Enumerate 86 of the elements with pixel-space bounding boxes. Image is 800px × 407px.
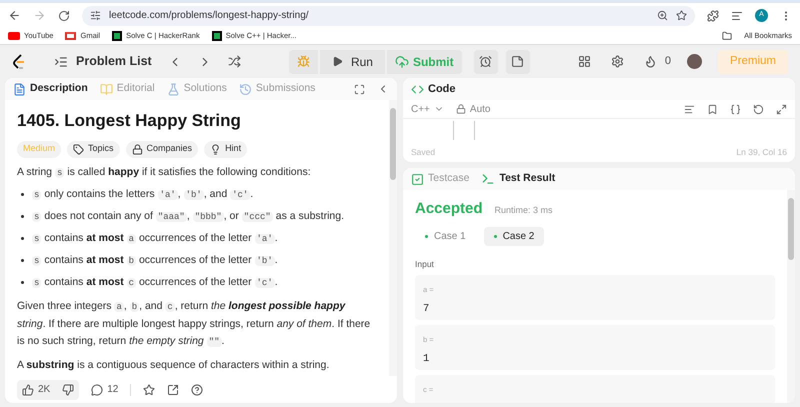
streak-count: 0 xyxy=(664,54,671,70)
mail-icon xyxy=(65,32,76,40)
logo-icon[interactable] xyxy=(12,54,26,70)
variable-value: 1 xyxy=(423,352,430,366)
lightbulb-icon xyxy=(210,144,222,154)
book-icon xyxy=(100,82,113,96)
tag-icon xyxy=(73,144,84,154)
shuffle-icon xyxy=(228,55,241,68)
scrollbar[interactable] xyxy=(389,100,397,376)
cursor-position: Ln 39, Col 16 xyxy=(736,146,787,158)
cloud-upload-icon xyxy=(394,54,409,68)
description-paragraph: Given three integers a , b , and c , return the longest possible happy string. If there are multiple longest happy strings, return any of them. If there is no such string, return the empty string "" . xyxy=(17,298,372,348)
dislike-button[interactable] xyxy=(62,384,74,396)
panel-tab[interactable]: Test Result xyxy=(481,171,556,187)
lock-icon xyxy=(132,144,143,154)
zoom-icon xyxy=(657,10,668,21)
bug-icon xyxy=(296,55,310,68)
notes-button[interactable] xyxy=(506,50,530,74)
checkbox-icon xyxy=(411,172,424,186)
list-icon xyxy=(54,54,68,68)
play-icon xyxy=(332,56,343,67)
lock-icon xyxy=(456,104,466,114)
case-tab[interactable]: Case 2 xyxy=(484,226,544,246)
tag-chip[interactable]: Companies xyxy=(126,140,198,158)
problem-list-button[interactable]: Problem List xyxy=(76,52,152,71)
forward-icon xyxy=(33,9,46,22)
bookmark-icon xyxy=(707,104,718,114)
back-icon xyxy=(8,9,21,22)
case-tab[interactable]: Case 1 xyxy=(415,226,476,246)
tag-chip[interactable]: Topics xyxy=(67,140,120,158)
site-settings-icon xyxy=(90,10,101,21)
fullscreen-icon xyxy=(354,84,365,94)
comment-icon xyxy=(91,384,104,396)
panel-title: Code xyxy=(428,82,456,97)
format-icon xyxy=(684,104,695,114)
runtime-text: Runtime: 3 ms xyxy=(494,204,553,217)
terminal-icon xyxy=(481,172,496,186)
comments-button[interactable]: 12 xyxy=(91,382,118,397)
history-icon xyxy=(238,82,252,96)
condition-text: s contains at most b occurrences of the letter 'b' . xyxy=(32,252,278,268)
braces-icon xyxy=(730,104,741,114)
user-avatar[interactable] xyxy=(687,54,702,69)
tag-chip[interactable]: Hint xyxy=(204,140,248,158)
reset-icon xyxy=(753,104,764,114)
extensions-icon xyxy=(707,10,719,22)
save-status: Saved xyxy=(411,146,436,158)
star-icon xyxy=(676,10,687,21)
panel-tab[interactable]: Description xyxy=(13,81,88,97)
description-paragraph: A string s is called happy if it satisfies the following conditions: xyxy=(17,164,312,180)
star-icon xyxy=(143,384,156,396)
thumbs-down-icon xyxy=(62,384,74,396)
youtube-icon xyxy=(8,32,20,40)
scrollbar[interactable] xyxy=(787,190,795,403)
run-button[interactable]: Run xyxy=(320,50,385,74)
reload-icon xyxy=(58,10,70,22)
condition-text: s does not contain any of "aaa" , "bbb" , or "ccc" as a substring. xyxy=(32,208,344,224)
share-icon xyxy=(167,384,180,396)
note-icon xyxy=(511,55,524,68)
difficulty-badge: Medium xyxy=(17,140,62,158)
address-bar[interactable]: leetcode.com/problems/longest-happy-string/ xyxy=(82,6,695,26)
variable-value: 7 xyxy=(423,302,430,316)
hackerrank-icon xyxy=(112,31,122,41)
code-icon xyxy=(411,82,424,96)
flame-icon xyxy=(644,55,657,68)
condition-text: s only contains the letters 'a' , 'b' , and 'c' . xyxy=(32,186,254,202)
verdict-text: Accepted xyxy=(415,199,483,219)
document-icon xyxy=(13,82,26,96)
thumbs-up-icon xyxy=(22,384,34,396)
alarm-icon xyxy=(479,55,492,68)
hackerrank-icon xyxy=(212,31,222,41)
help-icon xyxy=(191,384,204,396)
condition-text: s contains at most a occurrences of the letter 'a' . xyxy=(32,230,278,246)
language-dropdown[interactable]: C++ xyxy=(411,102,444,116)
condition-text: s contains at most c occurrences of the letter 'c' . xyxy=(32,274,278,290)
problem-title: 1405. Longest Happy String xyxy=(17,110,242,132)
media-icon xyxy=(731,10,743,22)
grid-icon xyxy=(578,55,591,68)
flask-icon xyxy=(166,82,180,96)
expand-icon xyxy=(776,104,787,114)
url-text: leetcode.com/problems/longest-happy-string/ xyxy=(109,9,309,23)
folder-icon xyxy=(722,31,732,41)
settings-icon xyxy=(610,55,624,68)
input-label: Input xyxy=(415,258,435,270)
description-paragraph: A substring is a contiguous sequence of characters within a string. xyxy=(17,358,330,372)
timer-button[interactable] xyxy=(474,50,498,74)
mode-label: Auto xyxy=(470,102,490,116)
